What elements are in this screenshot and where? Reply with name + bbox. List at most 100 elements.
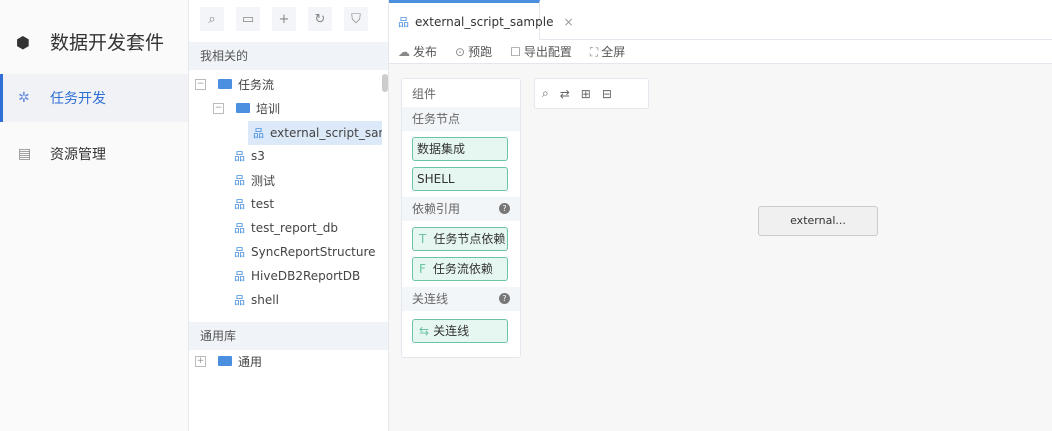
search-icon[interactable]: ⌕ — [542, 86, 549, 101]
close-icon[interactable]: × — [563, 15, 573, 29]
label: 任务节点依赖 — [433, 232, 506, 246]
prefix: T — [419, 232, 427, 246]
prefix: F — [419, 262, 426, 276]
collapse-icon[interactable]: − — [195, 78, 206, 90]
component-link[interactable]: ⇆ 关连线 — [412, 319, 508, 343]
label: 依赖引用 — [412, 202, 461, 216]
filter-icon[interactable]: ⛉ — [344, 7, 368, 31]
flow-icon: 品 — [234, 270, 245, 283]
export-button[interactable]: ☐ 导出配置 — [510, 43, 572, 60]
publish-button[interactable]: ☁ 发布 — [398, 43, 437, 60]
label: 测试 — [251, 173, 276, 188]
label: 任务流依赖 — [432, 262, 493, 276]
label: 发布 — [413, 45, 438, 59]
side-nav: ⬢ 数据开发套件 ✲ 任务开发 ▤ 资源管理 — [0, 0, 189, 431]
label: 任务流 — [238, 77, 275, 92]
plus-icon[interactable]: + — [272, 7, 296, 31]
zoom-in-icon[interactable]: ⊞ — [581, 87, 591, 101]
prerun-button[interactable]: ⊙ 预跑 — [455, 43, 492, 60]
zoom-out-icon[interactable]: ⊟ — [602, 87, 612, 101]
tree-item[interactable]: 品 s3 — [234, 145, 265, 167]
component-shell[interactable]: SHELL — [412, 167, 508, 191]
tree-item[interactable]: 品 shell — [234, 289, 279, 311]
reset-icon[interactable]: ⇄ — [560, 87, 570, 101]
folder-icon[interactable]: ▭ — [236, 7, 260, 31]
canvas-node[interactable]: external... — [758, 206, 878, 236]
label: test_report_db — [251, 221, 338, 235]
export-icon: ☐ — [510, 45, 521, 59]
nav-item-task-dev[interactable]: ✲ 任务开发 — [0, 74, 188, 122]
cloud-icon: ☁ — [398, 45, 410, 59]
common-header: 通用库 — [189, 322, 388, 350]
label: SyncReportStructure — [251, 245, 376, 259]
tree-item[interactable]: 品 SyncReportStructure — [234, 241, 376, 263]
label: 导出配置 — [523, 45, 572, 59]
brand: ⬢ 数据开发套件 — [16, 28, 164, 55]
component-panel: 组件 任务节点 数据集成 SHELL 依赖引用? T 任务节点依赖 F 任务流依赖 … — [401, 78, 521, 358]
label: 培训 — [256, 101, 281, 116]
label: 关连线 — [433, 324, 470, 338]
tab-bar: 品 external_script_sample × — [389, 0, 1052, 40]
network-icon: ✲ — [18, 90, 30, 106]
tree-scrollbar[interactable] — [382, 74, 388, 92]
section-deps: 依赖引用? — [402, 197, 520, 221]
label: external_script_sample — [270, 126, 382, 140]
folder-icon — [236, 103, 250, 113]
tree-folder-sub[interactable]: − 培训 — [213, 97, 280, 119]
folder-stack-icon: ▤ — [18, 146, 32, 162]
nav-item-resources[interactable]: ▤ 资源管理 — [0, 130, 188, 178]
hexagon-logo-icon: ⬢ — [16, 32, 30, 52]
help-icon[interactable]: ? — [499, 203, 510, 214]
flow-icon: 品 — [234, 222, 245, 235]
tree-folder-root[interactable]: − 任务流 — [195, 73, 274, 95]
app-title: 数据开发套件 — [50, 32, 165, 54]
label: 预跑 — [468, 45, 493, 59]
fullscreen-button[interactable]: ⛶ 全屏 — [590, 43, 625, 60]
tree-item[interactable]: 品 HiveDB2ReportDB — [234, 265, 360, 287]
tab-external-script-sample[interactable]: 品 external_script_sample × — [389, 0, 574, 40]
label: 通用 — [238, 354, 263, 369]
tree-panel: ⌕ ▭ + ↻ ⛉ 我相关的 − 任务流 − 培训 品 external_script… — [189, 0, 389, 431]
tree-item[interactable]: 品 test_report_db — [234, 217, 338, 239]
tree-item[interactable]: 品测试 — [234, 169, 275, 191]
panel-title: 组件 — [412, 87, 437, 101]
component-node-dep[interactable]: T 任务节点依赖 — [412, 227, 508, 251]
action-bar: ☁ 发布 ⊙ 预跑 ☐ 导出配置 ⛶ 全屏 — [389, 40, 1052, 64]
label: HiveDB2ReportDB — [251, 269, 361, 283]
section-task-nodes: 任务节点 — [402, 107, 520, 131]
fullscreen-icon: ⛶ — [589, 45, 599, 59]
nav-label: 任务开发 — [50, 91, 106, 107]
component-data-integration[interactable]: 数据集成 — [412, 137, 508, 161]
tree-item-selected[interactable]: 品 external_script_sample — [248, 121, 382, 145]
tree-toolbar: ⌕ ▭ + ↻ ⛉ — [189, 0, 388, 38]
expand-icon[interactable]: + — [195, 355, 206, 367]
play-circle-icon: ⊙ — [455, 45, 466, 59]
mine-header: 我相关的 — [189, 42, 388, 70]
nav-label: 资源管理 — [50, 147, 106, 163]
tree-item[interactable]: 品 test — [234, 193, 274, 215]
flow-icon: 品 — [234, 246, 245, 259]
label: test — [251, 197, 275, 211]
refresh-icon[interactable]: ↻ — [308, 7, 332, 31]
flow-icon: 品 — [234, 150, 245, 163]
section-links: 关连线? — [402, 287, 520, 311]
main-area: 品 external_script_sample × ☁ 发布 ⊙ 预跑 ☐ 导出配置 ⛶… — [389, 0, 1052, 431]
folder-icon — [218, 356, 232, 366]
folder-icon — [218, 79, 232, 89]
label: 全屏 — [601, 45, 626, 59]
flow-icon: 品 — [234, 174, 245, 187]
search-icon[interactable]: ⌕ — [200, 7, 224, 31]
flow-icon: 品 — [234, 294, 245, 307]
canvas-toolbar: ⌕ ⇄ ⊞ ⊟ — [534, 78, 649, 109]
flow-icon: 品 — [234, 198, 245, 211]
tree-folder-common[interactable]: + 通用 — [195, 350, 262, 372]
component-flow-dep[interactable]: F 任务流依赖 — [412, 257, 508, 281]
label: shell — [251, 293, 279, 307]
flow-icon: 品 — [253, 127, 264, 140]
label: s3 — [251, 149, 265, 163]
help-icon[interactable]: ? — [499, 293, 510, 304]
flow-icon: 品 — [398, 15, 409, 29]
collapse-icon[interactable]: − — [213, 102, 224, 114]
tab-label: external_script_sample — [415, 14, 554, 29]
label: 关连线 — [412, 292, 449, 306]
